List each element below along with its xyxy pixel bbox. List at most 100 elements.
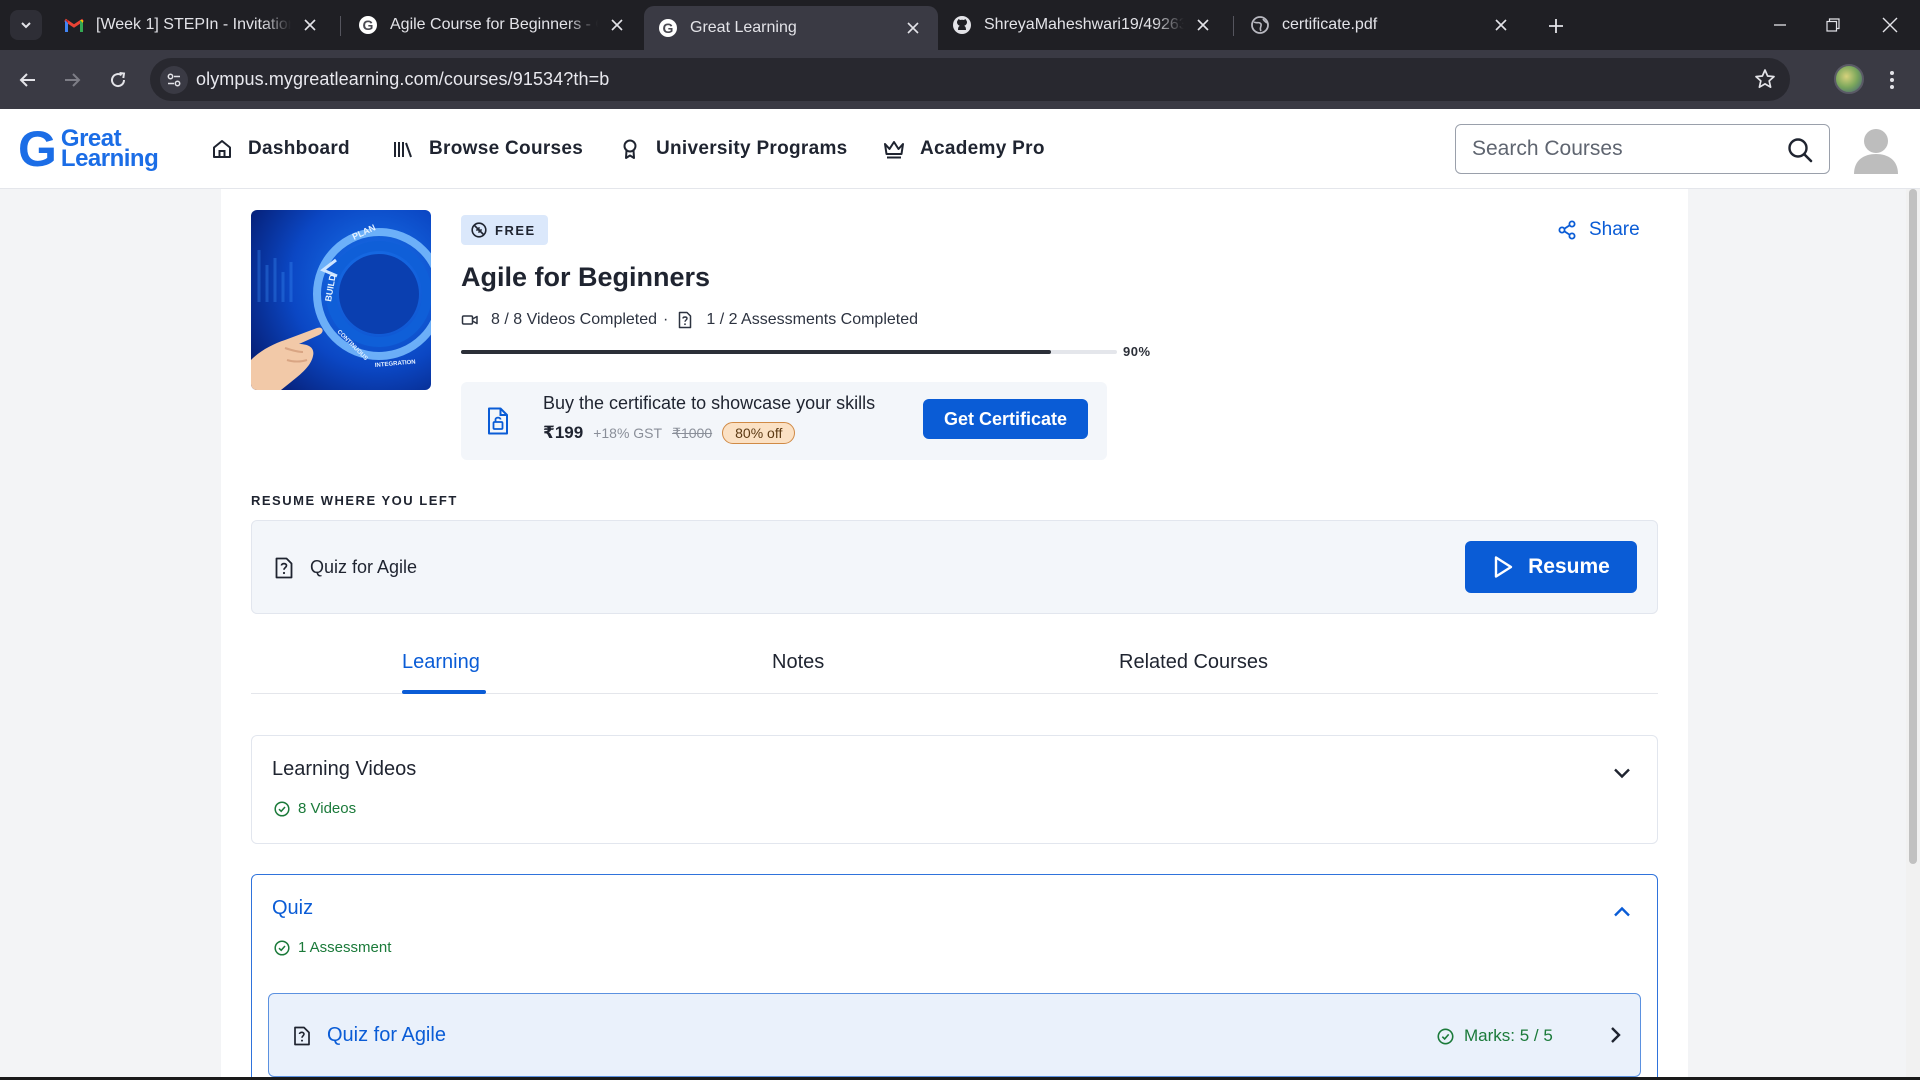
nav-label: Academy Pro xyxy=(920,138,1045,159)
share-button[interactable]: Share xyxy=(1557,219,1640,241)
library-icon xyxy=(391,137,415,161)
nav-label: Browse Courses xyxy=(429,138,584,159)
quiz-marks-text: Marks: 5 / 5 xyxy=(1464,1026,1553,1045)
course-page: PLAN BUILD CONTINUOUS INTEGRATION FREE A… xyxy=(221,189,1688,1080)
nav-label: Dashboard xyxy=(248,138,350,159)
nav-label: University Programs xyxy=(656,138,848,159)
assessment-icon xyxy=(676,311,694,329)
search-box xyxy=(1455,124,1830,174)
tab-title: Great Learning xyxy=(690,19,797,36)
restore-button[interactable] xyxy=(1813,8,1853,42)
resume-card[interactable]: Quiz for Agile Resume xyxy=(251,520,1658,614)
course-progress-value: 90% xyxy=(1123,344,1151,359)
tab-learning[interactable]: Learning xyxy=(402,651,480,674)
tab-notes[interactable]: Notes xyxy=(772,651,824,674)
svg-text:G: G xyxy=(663,20,674,36)
more-vertical-icon xyxy=(1890,71,1894,89)
google-icon: G xyxy=(358,15,378,35)
search-icon[interactable] xyxy=(1787,137,1813,163)
tab-related-courses[interactable]: Related Courses xyxy=(1119,651,1268,674)
nav-browse-courses[interactable]: Browse Courses xyxy=(391,137,583,161)
nav-academy-pro[interactable]: Academy Pro xyxy=(882,137,1045,161)
close-window-button[interactable] xyxy=(1870,8,1910,42)
arrow-right-icon xyxy=(65,73,81,87)
restore-icon xyxy=(1826,18,1840,32)
resume-button-label: Resume xyxy=(1528,555,1610,578)
tab-search-button[interactable] xyxy=(10,10,42,40)
quiz-icon xyxy=(293,1026,311,1046)
user-avatar-icon xyxy=(1854,129,1898,174)
user-avatar[interactable] xyxy=(1852,124,1900,174)
chevron-right-icon[interactable] xyxy=(1605,1024,1625,1046)
browser-tab[interactable]: certificate.pdf xyxy=(1236,6,1526,44)
browser-profile-avatar[interactable] xyxy=(1834,64,1864,94)
back-button[interactable] xyxy=(12,64,44,96)
url-text[interactable]: olympus.mygreatlearning.com/courses/9153… xyxy=(196,69,609,90)
section-subtitle-text: 8 Videos xyxy=(298,800,357,817)
section-title: Quiz xyxy=(272,897,314,919)
certificate-icon xyxy=(483,406,513,436)
learning-videos-section[interactable]: Learning Videos 8 Videos xyxy=(251,735,1658,844)
close-tab-icon[interactable] xyxy=(606,14,628,36)
logo-g-mark: G xyxy=(18,121,57,177)
check-circle-icon xyxy=(1437,1027,1454,1045)
close-icon xyxy=(1882,17,1898,33)
quiz-section[interactable]: Quiz 1 Assessment Quiz for Agile Marks: … xyxy=(251,874,1658,1080)
site-header: G Great Learning Dashboard Browse Course… xyxy=(0,109,1920,189)
tab-title: [Week 1] STEPIn - Invitation for xyxy=(96,16,291,33)
resume-item-title: Quiz for Agile xyxy=(310,557,418,577)
get-certificate-button[interactable]: Get Certificate xyxy=(923,399,1088,439)
google-icon: G xyxy=(658,18,678,38)
scrollbar-thumb[interactable] xyxy=(1909,189,1917,864)
great-learning-logo[interactable]: G Great Learning xyxy=(18,121,159,177)
reload-button[interactable] xyxy=(102,64,134,96)
close-tab-icon[interactable] xyxy=(902,17,924,39)
browser-menu-button[interactable] xyxy=(1880,64,1904,96)
resume-section-label: RESUME WHERE YOU LEFT xyxy=(251,493,458,508)
tab-separator xyxy=(340,16,341,36)
chevron-up-icon[interactable] xyxy=(1611,901,1633,923)
tab-title: Agile Course for Beginners - On xyxy=(390,16,598,33)
home-icon xyxy=(210,137,234,161)
check-circle-icon xyxy=(274,939,290,956)
certificate-old-price: ₹1000 xyxy=(672,424,713,441)
resume-button[interactable]: Resume xyxy=(1465,541,1637,593)
search-input[interactable] xyxy=(1472,137,1772,161)
new-tab-button[interactable] xyxy=(1542,12,1570,40)
award-icon xyxy=(618,137,642,161)
nav-dashboard[interactable]: Dashboard xyxy=(210,137,350,161)
browser-tab[interactable]: [Week 1] STEPIn - Invitation for xyxy=(50,6,335,44)
video-camera-icon xyxy=(461,311,479,329)
browser-tab[interactable]: ShreyaMaheshwari19/4926351_ xyxy=(938,6,1228,44)
svg-text:G: G xyxy=(363,17,374,33)
close-tab-icon[interactable] xyxy=(1490,14,1512,36)
quiz-list-item[interactable]: Quiz for Agile Marks: 5 / 5 xyxy=(268,993,1641,1077)
section-subtitle-text: 1 Assessment xyxy=(298,939,392,956)
free-tag-icon xyxy=(471,222,487,238)
section-subtitle: 1 Assessment xyxy=(274,939,391,956)
page-scrollbar[interactable] xyxy=(1906,189,1920,1080)
nav-university-programs[interactable]: University Programs xyxy=(618,137,848,161)
address-bar[interactable]: olympus.mygreatlearning.com/courses/9153… xyxy=(150,58,1790,101)
free-badge: FREE xyxy=(461,215,548,245)
browser-tab-active[interactable]: G Great Learning xyxy=(644,6,938,50)
logo-wordmark: Great Learning xyxy=(61,127,159,171)
browser-tab-bar: [Week 1] STEPIn - Invitation for G Agile… xyxy=(0,0,1920,50)
browser-toolbar: olympus.mygreatlearning.com/courses/9153… xyxy=(0,50,1920,109)
browser-tab[interactable]: G Agile Course for Beginners - On xyxy=(344,6,642,44)
forward-button[interactable] xyxy=(56,64,88,96)
minimize-button[interactable] xyxy=(1760,8,1800,42)
quiz-marks: Marks: 5 / 5 xyxy=(1437,1026,1553,1046)
gmail-icon xyxy=(64,15,84,35)
chevron-down-icon[interactable] xyxy=(1611,762,1633,784)
certificate-gst: +18% GST xyxy=(593,425,663,441)
arrow-left-icon xyxy=(19,73,35,87)
bookmark-star-icon[interactable] xyxy=(1754,68,1778,92)
close-tab-icon[interactable] xyxy=(1192,14,1214,36)
course-content-tabs: Learning Notes Related Courses xyxy=(251,645,1658,694)
certificate-text: Buy the certificate to showcase your ski… xyxy=(543,393,876,413)
site-info-icon[interactable] xyxy=(160,66,188,94)
close-tab-icon[interactable] xyxy=(299,14,321,36)
certificate-card: Buy the certificate to showcase your ski… xyxy=(461,382,1107,460)
course-progress-meta: 8 / 8 Videos Completed · 1 / 2 Assessmen… xyxy=(461,311,918,329)
